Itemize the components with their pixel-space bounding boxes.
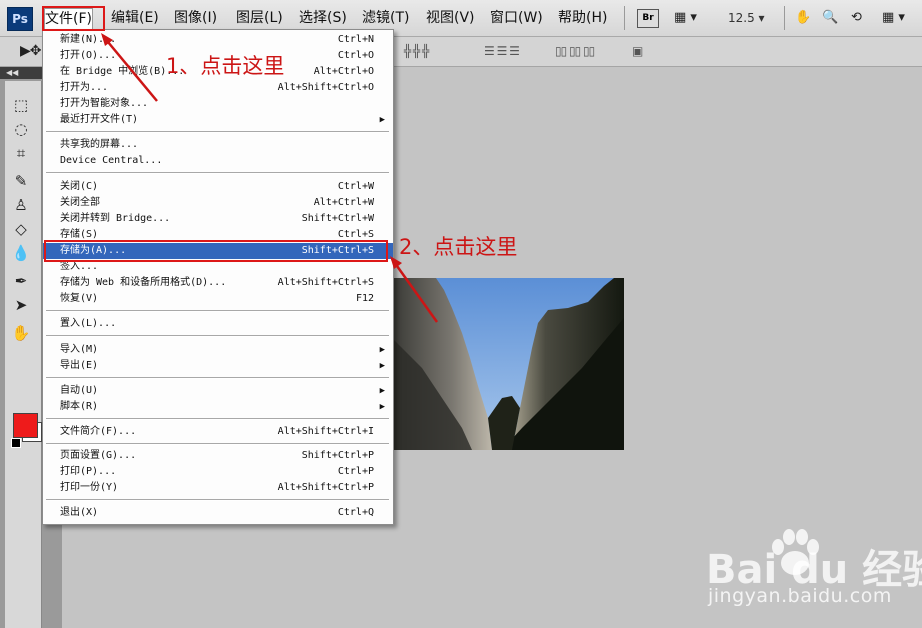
menu-window[interactable]: 窗口(W) (490, 8, 543, 28)
menu-item-file-info[interactable]: 文件简介(F)... Alt+Shift+Ctrl+I (43, 424, 393, 440)
submenu-arrow-icon: ▶ (379, 402, 385, 412)
file-menu-dropdown: 新建(N)... Ctrl+N 打开(O)... Ctrl+O 在 Bridge 中… (42, 29, 394, 525)
arrange-documents-icon[interactable]: ▦ ▾ (882, 8, 905, 28)
canyon-photo (392, 278, 624, 450)
clone-stamp-icon[interactable]: ♙ (10, 195, 32, 215)
submenu-arrow-icon: ▶ (379, 115, 385, 125)
watermark-url: jingyan.baidu.com (708, 585, 892, 607)
zoom-icon[interactable]: 🔍 (822, 8, 838, 28)
marquee-tool-icon[interactable]: ⬚ (10, 95, 32, 115)
menu-item-print[interactable]: 打印(P)... Ctrl+P (43, 464, 393, 480)
menu-item-revert[interactable]: 恢复(V) F12 (43, 291, 393, 307)
hand-tool-icon[interactable]: ✋ (10, 323, 32, 343)
menu-separator (46, 443, 389, 445)
menu-item-close[interactable]: 关闭(C) Ctrl+W (43, 179, 393, 195)
menu-item-share-my-screen[interactable]: 共享我的屏幕... (43, 137, 393, 153)
eraser-tool-icon[interactable]: ◇ (10, 219, 32, 239)
menu-separator (46, 499, 389, 501)
annotation-box-save-as (44, 240, 388, 262)
submenu-arrow-icon: ▶ (379, 361, 385, 371)
menu-item-automate[interactable]: 自动(U) ▶ (43, 383, 393, 399)
menu-item-open-as[interactable]: 打开为... Alt+Shift+Ctrl+O (43, 80, 393, 96)
path-selection-icon[interactable]: ➤ (10, 295, 32, 315)
photoshop-logo: Ps (7, 7, 33, 31)
hand-icon[interactable]: ✋ (795, 8, 811, 28)
menu-separator (46, 335, 389, 337)
submenu-arrow-icon: ▶ (379, 386, 385, 396)
align-icon[interactable]: ╬ ╬ ╬ (404, 43, 429, 59)
menu-item-new[interactable]: 新建(N)... Ctrl+N (43, 32, 393, 48)
annotation-step-1: 1、点击这里 (166, 54, 285, 78)
menu-item-open-as-smart-object[interactable]: 打开为智能对象... (43, 96, 393, 112)
menu-edit[interactable]: 编辑(E) (111, 8, 159, 28)
menu-image[interactable]: 图像(I) (174, 8, 217, 28)
menubar-separator (784, 6, 785, 30)
annotation-step-2: 2、点击这里 (399, 235, 518, 259)
menu-layer[interactable]: 图层(L) (236, 8, 283, 28)
menu-item-place[interactable]: 置入(L)... (43, 316, 393, 332)
move-tool-icon[interactable]: ▶✥ (20, 43, 41, 59)
menu-item-close-all[interactable]: 关闭全部 Alt+Ctrl+W (43, 195, 393, 211)
menu-item-scripts[interactable]: 脚本(R) ▶ (43, 399, 393, 415)
menu-item-exit[interactable]: 退出(X) Ctrl+Q (43, 505, 393, 521)
menu-separator (46, 310, 389, 312)
distribute-horizontal-icon[interactable]: ▯▯ ▯▯ ▯▯ (555, 43, 595, 59)
zoom-select[interactable]: 12.5 ▾ (728, 8, 765, 28)
menu-separator (46, 131, 389, 133)
lasso-tool-icon[interactable]: ◌ (10, 119, 32, 139)
menu-separator (46, 172, 389, 174)
distribute-vertical-icon[interactable]: ☰ ☰ ☰ (484, 43, 520, 59)
menu-separator (46, 418, 389, 420)
pen-tool-icon[interactable]: ✒ (10, 271, 32, 291)
annotation-box-file-menu (42, 6, 105, 31)
healing-brush-icon[interactable]: ✎ (10, 171, 32, 191)
baidu-watermark: Bai du 经验 jingyan.baidu.com (706, 525, 922, 620)
menu-separator (46, 377, 389, 379)
menu-item-import[interactable]: 导入(M) ▶ (43, 342, 393, 358)
menu-item-export[interactable]: 导出(E) ▶ (43, 358, 393, 374)
blur-tool-icon[interactable]: 💧 (10, 243, 32, 263)
crop-tool-icon[interactable]: ⌗ (10, 143, 32, 163)
menu-item-save-for-web[interactable]: 存储为 Web 和设备所用格式(D)... Alt+Shift+Ctrl+S (43, 275, 393, 291)
submenu-arrow-icon: ▶ (379, 345, 385, 355)
menubar-separator (624, 6, 625, 30)
document-image (392, 278, 624, 450)
menu-item-page-setup[interactable]: 页面设置(G)... Shift+Ctrl+P (43, 448, 393, 464)
rotate-view-icon[interactable]: ⟲ (851, 8, 862, 28)
foreground-color-swatch[interactable] (13, 413, 38, 438)
menu-filter[interactable]: 滤镜(T) (362, 8, 409, 28)
menu-view[interactable]: 视图(V) (426, 8, 475, 28)
menu-item-print-one-copy[interactable]: 打印一份(Y) Alt+Shift+Ctrl+P (43, 480, 393, 496)
zoom-value: 12.5 (728, 11, 755, 25)
menu-item-open-recent[interactable]: 最近打开文件(T) ▶ (43, 112, 393, 128)
bridge-button[interactable]: Br (637, 9, 659, 28)
auto-align-icon[interactable]: ▣ (632, 43, 643, 59)
menu-select[interactable]: 选择(S) (299, 8, 347, 28)
menu-item-close-and-go-to-bridge[interactable]: 关闭并转到 Bridge... Shift+Ctrl+W (43, 211, 393, 227)
menu-item-device-central[interactable]: Device Central... (43, 153, 393, 169)
default-colors-icon[interactable] (11, 438, 21, 448)
screen-mode-icon[interactable]: ▦ ▾ (674, 8, 697, 28)
menu-help[interactable]: 帮助(H) (558, 8, 607, 28)
tool-column: ⬚ ◌ ⌗ ✎ ♙ ◇ 💧 ✒ ➤ ✋ (5, 81, 42, 628)
